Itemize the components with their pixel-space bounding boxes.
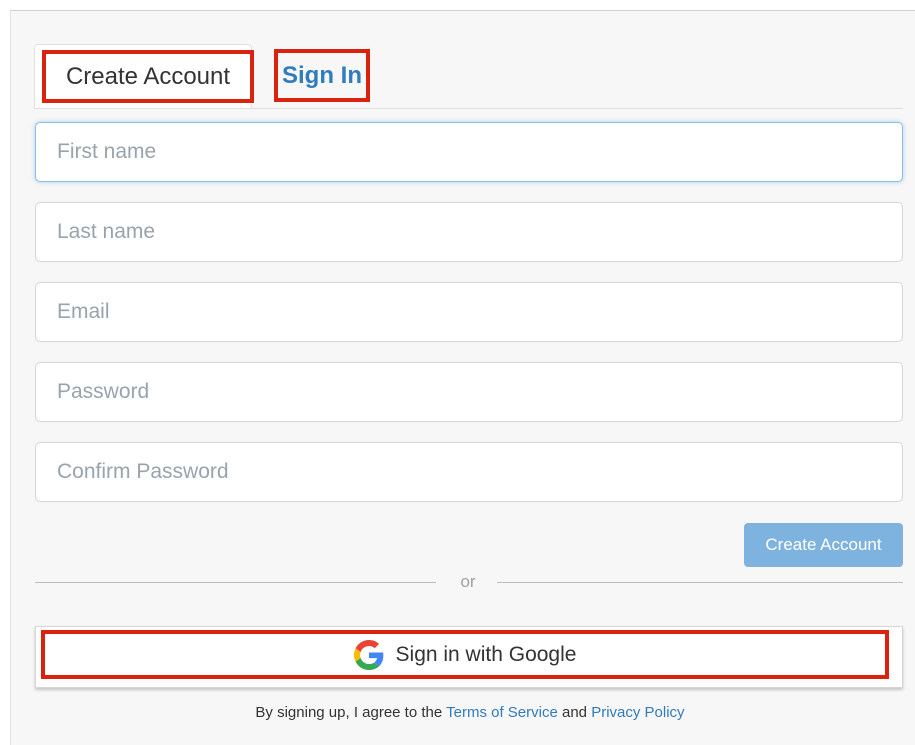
confirm-password-field[interactable] [35, 442, 903, 502]
google-g-icon [353, 639, 383, 670]
password-field[interactable] [35, 362, 903, 422]
create-account-button[interactable]: Create Account [744, 523, 903, 567]
legal-conjunction: and [562, 704, 588, 721]
email-field[interactable] [35, 282, 903, 342]
terms-of-service-link[interactable]: Terms of Service [446, 704, 558, 721]
first-name-field[interactable] [35, 122, 903, 182]
last-name-field[interactable] [35, 202, 903, 262]
tab-create-account[interactable]: Create Account [42, 50, 254, 103]
tab-create-account-container: Create Account [34, 44, 254, 108]
tab-sign-in[interactable]: Sign In [274, 49, 370, 102]
auth-tabs: Create Account Sign In [34, 44, 903, 109]
privacy-policy-link[interactable]: Privacy Policy [591, 704, 684, 721]
legal-prefix: By signing up, I agree to the [255, 704, 443, 721]
google-signin-label: Sign in with Google [395, 642, 577, 666]
legal-notice: By signing up, I agree to the Terms of S… [0, 704, 915, 721]
google-signin-button[interactable]: Sign in with Google [41, 630, 889, 679]
divider-line-left [35, 582, 436, 583]
divider-line-right [497, 582, 903, 583]
google-signin-container: Sign in with Google [35, 626, 903, 688]
divider-or-text: or [460, 572, 476, 591]
